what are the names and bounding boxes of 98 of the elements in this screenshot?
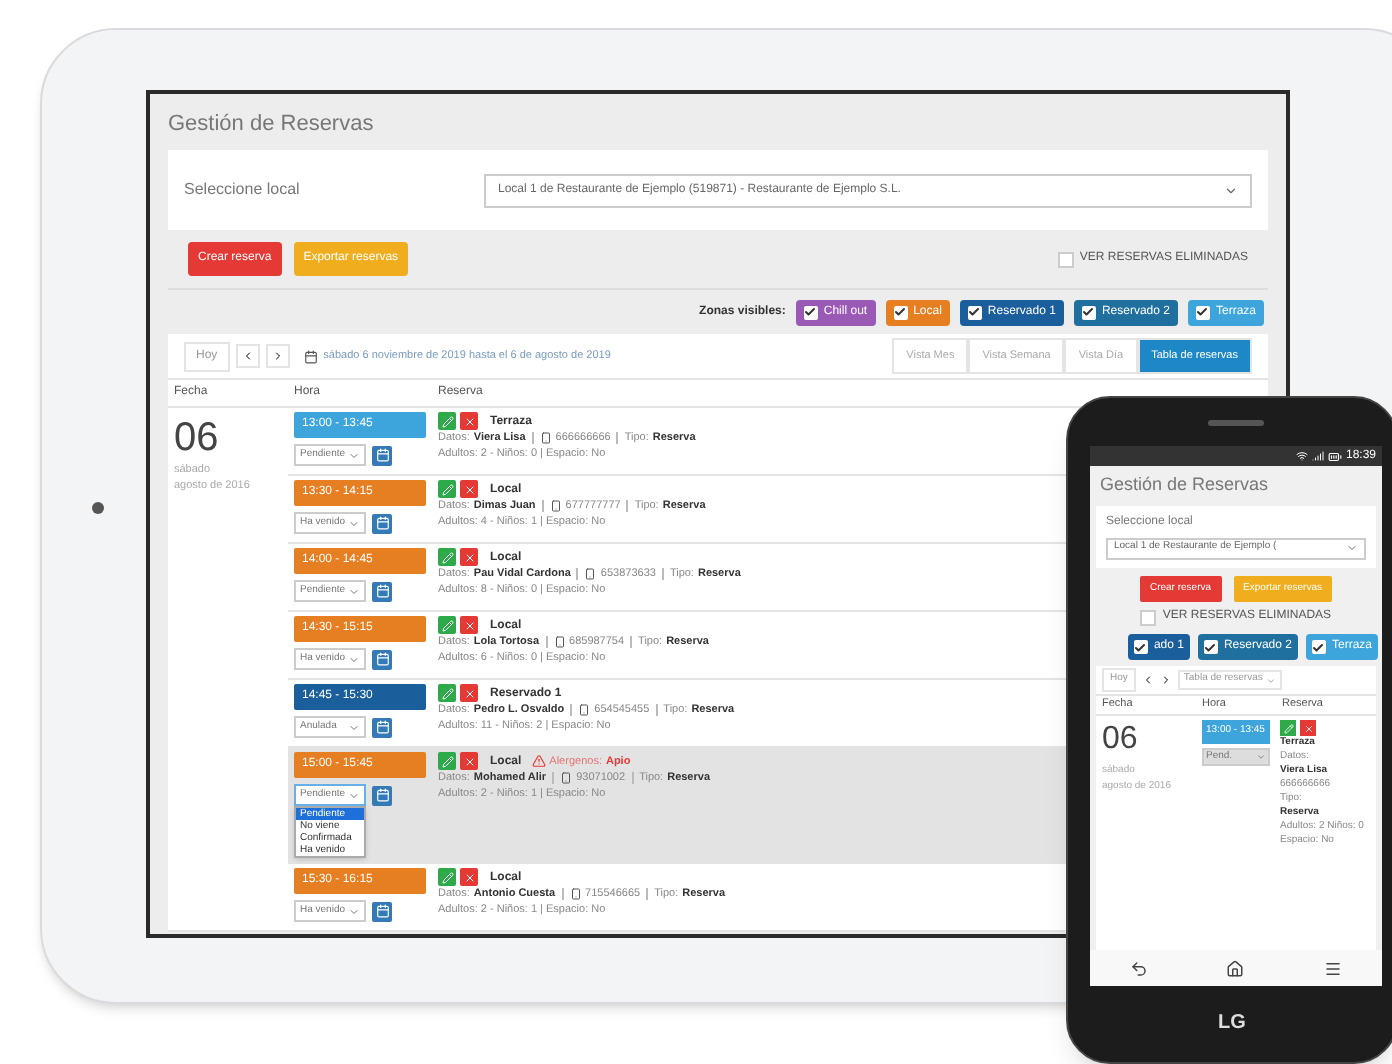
caret-icon — [348, 789, 360, 801]
chevron-right-icon — [271, 350, 284, 362]
pencil-icon — [441, 483, 453, 495]
edit-button[interactable] — [438, 752, 456, 770]
caret-icon — [348, 449, 360, 461]
check-icon — [1134, 641, 1147, 653]
pencil-icon — [441, 687, 453, 699]
delete-button[interactable] — [1300, 720, 1316, 736]
caret-icon — [1346, 542, 1358, 554]
close-icon — [463, 755, 475, 767]
calendar-icon — [375, 720, 389, 734]
calendar-icon — [375, 448, 389, 462]
chevron-left-icon — [241, 350, 254, 362]
calendar-icon — [303, 349, 318, 363]
back-icon[interactable] — [1129, 959, 1148, 977]
delete-button[interactable] — [460, 684, 478, 702]
camera-icon — [92, 502, 104, 514]
delete-button[interactable] — [460, 752, 478, 770]
phone-icon — [549, 500, 562, 512]
calendar-icon — [375, 788, 389, 802]
close-icon — [463, 551, 475, 563]
chevron-left-icon[interactable] — [1141, 674, 1154, 686]
save-button[interactable] — [372, 717, 392, 737]
speaker-icon — [1208, 420, 1264, 426]
pencil-icon — [441, 871, 453, 883]
calendar-icon — [375, 584, 389, 598]
save-button[interactable] — [372, 513, 392, 533]
check-icon — [1312, 641, 1325, 653]
phone-icon — [560, 772, 573, 784]
pencil-icon — [441, 619, 453, 631]
caret-icon — [1266, 675, 1277, 685]
delete-button[interactable] — [460, 868, 478, 886]
calendar-icon — [375, 516, 389, 530]
save-button[interactable] — [372, 649, 392, 669]
local-label: Seleccione local — [184, 178, 302, 202]
caret-icon — [348, 721, 360, 733]
phone-icon — [569, 888, 582, 900]
phone-icon — [553, 636, 566, 648]
caret-icon — [348, 517, 360, 529]
checkbox[interactable] — [1081, 305, 1096, 319]
checkbox[interactable] — [803, 305, 818, 319]
page-title: Gestión de Reservas — [166, 110, 376, 140]
day-number: 06 — [174, 414, 221, 462]
phone-icon — [584, 568, 597, 580]
delete-button[interactable] — [460, 480, 478, 498]
edit-button[interactable] — [438, 548, 456, 566]
caret-icon — [348, 905, 360, 917]
checkbox[interactable] — [1133, 640, 1148, 654]
pencil-icon — [441, 551, 453, 563]
signal-icon — [1311, 450, 1324, 462]
checkbox[interactable] — [967, 305, 982, 319]
edit-button[interactable] — [438, 868, 456, 886]
caret-icon — [1256, 751, 1266, 762]
check-icon — [1082, 306, 1095, 318]
caret-icon — [1224, 183, 1238, 197]
caret-icon — [348, 585, 360, 597]
pencil-icon — [441, 755, 453, 767]
check-icon — [1204, 641, 1217, 653]
check-icon — [894, 306, 907, 318]
edit-button[interactable] — [438, 412, 456, 430]
checkbox[interactable] — [1311, 640, 1326, 654]
pencil-icon — [441, 415, 453, 427]
calendar-icon — [375, 652, 389, 666]
save-button[interactable] — [372, 901, 392, 921]
home-icon[interactable] — [1226, 959, 1245, 977]
chevron-right-icon[interactable] — [1159, 674, 1172, 686]
battery-icon — [1327, 449, 1342, 463]
page-title: Gestión de Reservas — [1098, 472, 1271, 498]
save-button[interactable] — [372, 581, 392, 601]
checkbox[interactable] — [893, 305, 908, 319]
save-button[interactable] — [372, 445, 392, 465]
phone-icon — [578, 704, 591, 716]
day-number: 06 — [1102, 720, 1140, 760]
pencil-icon — [1283, 723, 1293, 733]
delete-button[interactable] — [460, 412, 478, 430]
check-icon — [804, 306, 817, 318]
warning-icon — [531, 754, 546, 768]
delete-button[interactable] — [460, 616, 478, 634]
checkbox[interactable] — [1195, 305, 1210, 319]
close-icon — [463, 871, 475, 883]
edit-button[interactable] — [438, 480, 456, 498]
caret-icon — [348, 653, 360, 665]
phone-icon — [539, 432, 552, 444]
wifi-icon — [1295, 450, 1308, 462]
check-icon — [968, 306, 981, 318]
edit-button[interactable] — [438, 616, 456, 634]
brand-logo: LG — [1216, 1010, 1248, 1038]
close-icon — [463, 687, 475, 699]
edit-button[interactable] — [438, 684, 456, 702]
close-icon — [463, 619, 475, 631]
save-button[interactable] — [372, 785, 392, 805]
close-icon — [463, 415, 475, 427]
delete-button[interactable] — [460, 548, 478, 566]
menu-icon[interactable] — [1324, 959, 1343, 977]
calendar-icon — [375, 904, 389, 918]
check-icon — [1196, 306, 1209, 318]
checkbox[interactable] — [1203, 640, 1218, 654]
close-icon — [463, 483, 475, 495]
